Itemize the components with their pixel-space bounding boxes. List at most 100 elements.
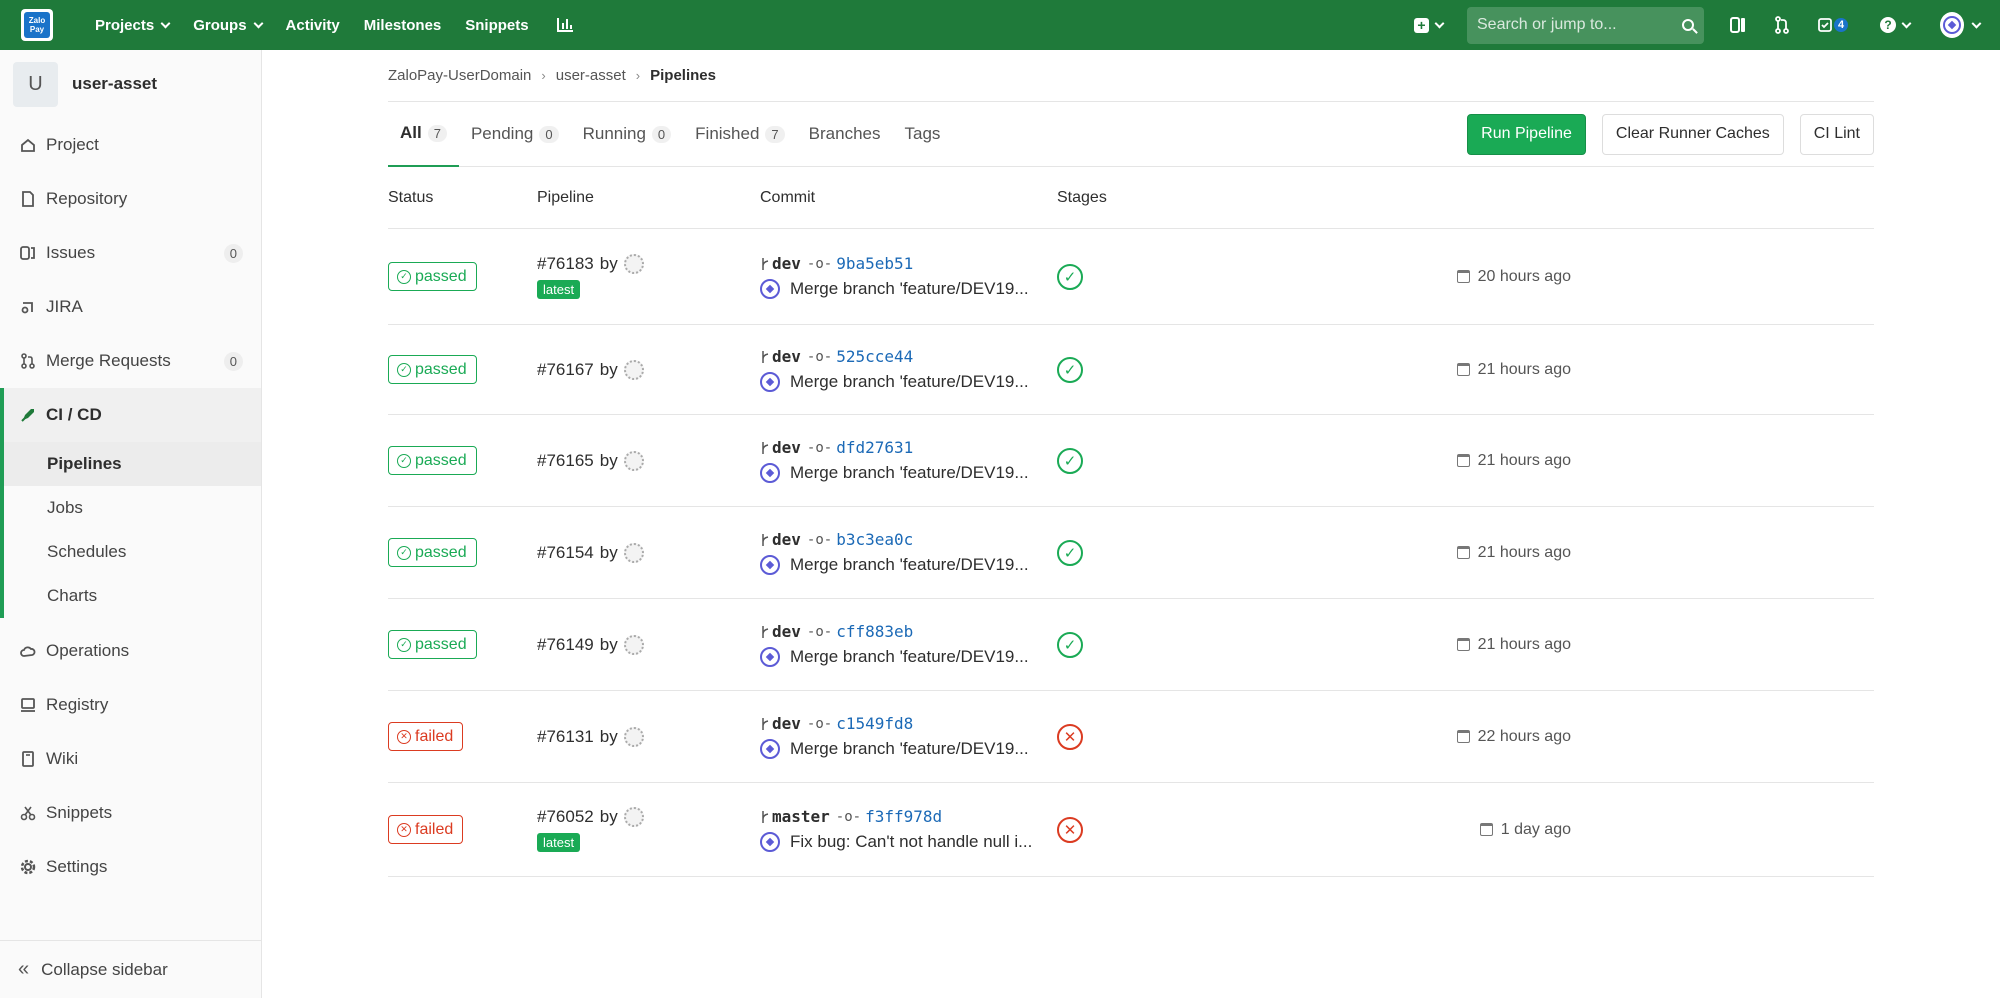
pipeline-id-link[interactable]: #76052: [537, 807, 594, 827]
sidebar-item-issues[interactable]: Issues 0: [0, 226, 261, 280]
clear-runner-caches-button[interactable]: Clear Runner Caches: [1601, 113, 1784, 155]
stage-passed-icon[interactable]: ✓: [1057, 539, 1083, 566]
stage-passed-icon[interactable]: ✓: [1057, 356, 1083, 383]
author-avatar[interactable]: [760, 279, 780, 299]
pipeline-id-link[interactable]: #76165: [537, 451, 594, 471]
status-badge[interactable]: ✕ failed: [388, 722, 464, 751]
commit-message-link[interactable]: Merge branch 'feature/DEV19...: [790, 279, 1029, 299]
sidebar-item-settings[interactable]: Settings: [0, 840, 261, 894]
commit-sha-link[interactable]: 9ba5eb51: [836, 254, 913, 273]
commit-sha-link[interactable]: 525cce44: [836, 347, 913, 366]
status-badge[interactable]: ✓ passed: [388, 446, 477, 475]
trigger-user-avatar[interactable]: [623, 359, 644, 380]
pipeline-id-link[interactable]: #76154: [537, 543, 594, 563]
collapse-sidebar-button[interactable]: « Collapse sidebar: [0, 940, 261, 998]
pipeline-id-link[interactable]: #76131: [537, 727, 594, 747]
tab-running[interactable]: Running 0: [571, 102, 684, 167]
branch-link[interactable]: dev: [772, 254, 801, 273]
todos-icon[interactable]: 4: [1818, 16, 1854, 34]
sidebar-item-operations[interactable]: Operations: [0, 624, 261, 678]
author-avatar[interactable]: [760, 555, 780, 575]
trigger-user-avatar[interactable]: [623, 450, 644, 471]
trigger-user-avatar[interactable]: [623, 807, 644, 827]
author-avatar[interactable]: [760, 832, 780, 852]
sidebar-subitem-schedules[interactable]: Schedules: [4, 530, 261, 574]
author-avatar[interactable]: [760, 647, 780, 667]
search-input[interactable]: [1477, 16, 1657, 34]
merge-requests-icon[interactable]: [1774, 16, 1792, 34]
author-avatar[interactable]: [760, 463, 780, 483]
sidebar-item-registry[interactable]: Registry: [0, 678, 261, 732]
stage-passed-icon[interactable]: ✓: [1057, 263, 1083, 290]
sidebar-subitem-pipelines[interactable]: Pipelines: [4, 442, 261, 486]
sidebar-item-project[interactable]: Project: [0, 118, 261, 172]
pipeline-id-link[interactable]: #76149: [537, 635, 594, 655]
trigger-user-avatar[interactable]: [623, 542, 644, 563]
tab-finished[interactable]: Finished 7: [683, 102, 797, 167]
branch-link[interactable]: master: [772, 807, 830, 826]
trigger-user-avatar[interactable]: [623, 634, 644, 655]
zalopay-logo[interactable]: Zalo Pay: [21, 9, 53, 41]
stage-failed-icon[interactable]: ✕: [1057, 723, 1083, 750]
branch-link[interactable]: dev: [772, 438, 801, 457]
project-header[interactable]: U user-asset: [0, 50, 261, 118]
tab-all[interactable]: All 7: [388, 102, 459, 167]
nav-projects[interactable]: Projects: [83, 17, 181, 34]
help-dropdown[interactable]: ?: [1880, 16, 1914, 34]
trigger-user-avatar[interactable]: [623, 254, 644, 274]
status-badge[interactable]: ✕ failed: [388, 815, 464, 844]
sidebar-toggle-icon[interactable]: [1730, 16, 1748, 34]
sidebar-item-merge-requests[interactable]: Merge Requests 0: [0, 334, 261, 388]
commit-message-link[interactable]: Merge branch 'feature/DEV19...: [790, 647, 1029, 667]
breadcrumb-group[interactable]: ZaloPay-UserDomain: [388, 67, 531, 84]
pipeline-id-link[interactable]: #76183: [537, 254, 594, 274]
commit-sha-link[interactable]: c1549fd8: [836, 714, 913, 733]
nav-activity[interactable]: Activity: [274, 17, 352, 34]
commit-message-link[interactable]: Merge branch 'feature/DEV19...: [790, 739, 1029, 759]
sidebar-subitem-jobs[interactable]: Jobs: [4, 486, 261, 530]
stage-failed-icon[interactable]: ✕: [1057, 816, 1083, 843]
stage-passed-icon[interactable]: ✓: [1057, 447, 1083, 474]
tab-tags[interactable]: Tags: [892, 102, 952, 167]
user-menu[interactable]: [1940, 12, 1982, 38]
status-badge[interactable]: ✓ passed: [388, 538, 477, 567]
sidebar-subitem-charts[interactable]: Charts: [4, 574, 261, 618]
nav-analytics[interactable]: [541, 17, 585, 34]
sidebar-item-cicd[interactable]: CI / CD: [0, 388, 261, 442]
commit-message-link[interactable]: Merge branch 'feature/DEV19...: [790, 372, 1029, 392]
commit-message-link[interactable]: Fix bug: Can't not handle null i...: [790, 832, 1032, 852]
tab-pending[interactable]: Pending 0: [459, 102, 571, 167]
author-avatar[interactable]: [760, 372, 780, 392]
sidebar-item-wiki[interactable]: Wiki: [0, 732, 261, 786]
status-badge[interactable]: ✓ passed: [388, 262, 477, 291]
tab-branches[interactable]: Branches: [797, 102, 893, 167]
trigger-user-avatar[interactable]: [623, 726, 644, 747]
branch-link[interactable]: dev: [772, 622, 801, 641]
commit-sha-link[interactable]: dfd27631: [836, 438, 913, 457]
author-avatar[interactable]: [760, 739, 780, 759]
nav-snippets[interactable]: Snippets: [453, 17, 540, 34]
nav-groups[interactable]: Groups: [181, 17, 273, 34]
sidebar-item-snippets[interactable]: Snippets: [0, 786, 261, 840]
ci-lint-button[interactable]: CI Lint: [1799, 113, 1874, 155]
nav-milestones[interactable]: Milestones: [352, 17, 454, 34]
commit-sha-link[interactable]: cff883eb: [836, 622, 913, 641]
branch-link[interactable]: dev: [772, 347, 801, 366]
new-dropdown-button[interactable]: +: [1414, 17, 1445, 33]
commit-message-link[interactable]: Merge branch 'feature/DEV19...: [790, 555, 1029, 575]
breadcrumb-current[interactable]: Pipelines: [650, 67, 716, 84]
run-pipeline-button[interactable]: Run Pipeline: [1467, 113, 1586, 155]
breadcrumb-project[interactable]: user-asset: [556, 67, 626, 84]
commit-sha-link[interactable]: b3c3ea0c: [836, 530, 913, 549]
branch-link[interactable]: dev: [772, 530, 801, 549]
search-box[interactable]: [1467, 6, 1704, 44]
status-badge[interactable]: ✓ passed: [388, 630, 477, 659]
commit-message-link[interactable]: Merge branch 'feature/DEV19...: [790, 463, 1029, 483]
branch-link[interactable]: dev: [772, 714, 801, 733]
sidebar-item-jira[interactable]: JIRA: [0, 280, 261, 334]
pipeline-id-link[interactable]: #76167: [537, 360, 594, 380]
status-badge[interactable]: ✓ passed: [388, 355, 477, 384]
stage-passed-icon[interactable]: ✓: [1057, 631, 1083, 658]
commit-sha-link[interactable]: f3ff978d: [865, 807, 942, 826]
sidebar-item-repository[interactable]: Repository: [0, 172, 261, 226]
